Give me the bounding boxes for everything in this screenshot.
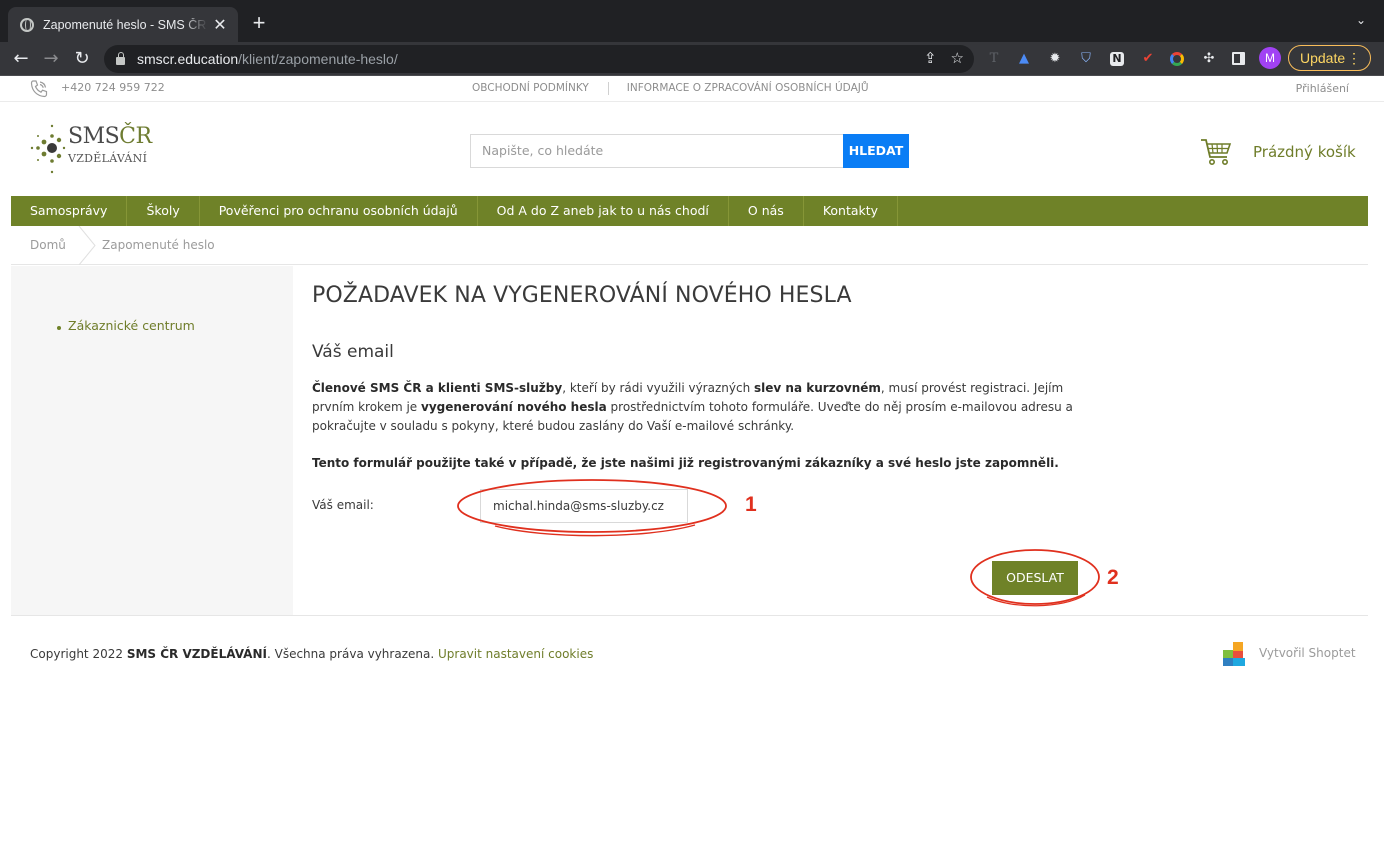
annotation-number-2: 2 — [1107, 566, 1119, 589]
form-content: POŽADAVEK NA VYGENEROVÁNÍ NOVÉHO HESLA V… — [293, 266, 1368, 615]
logo-text-top: SMSČR — [68, 124, 152, 149]
forward-arrow-icon[interactable]: → — [39, 47, 63, 71]
new-tab-button[interactable]: + — [250, 10, 268, 36]
intro-paragraph: Členové SMS ČR a klienti SMS-služby, kte… — [312, 381, 1073, 433]
extension-drive-icon[interactable]: ▲ — [1015, 50, 1033, 68]
breadcrumb-home[interactable]: Domů — [30, 238, 66, 252]
logo-text-bottom: VZDĚLÁVÁNÍ — [68, 152, 148, 165]
notice-paragraph: Tento formulář použijte také v případě, … — [312, 456, 1059, 470]
top-info-bar: +420 724 959 722 OBCHODNÍ PODMÍNKY INFOR… — [0, 76, 1384, 102]
login-link[interactable]: Přihlášení — [1296, 82, 1349, 95]
logo-dots-icon — [30, 124, 66, 174]
browser-toolbar: ← → ↻ smscr.education/klient/zapomenute-… — [0, 42, 1384, 76]
email-field[interactable]: michal.hinda@sms-sluzby.cz — [480, 489, 688, 523]
annotation-number-1: 1 — [745, 493, 757, 516]
nav-item-skoly[interactable]: Školy — [127, 196, 200, 226]
update-button[interactable]: Update ⋮ — [1288, 45, 1371, 71]
lock-icon — [116, 51, 125, 65]
extension-gear-icon[interactable]: ✹ — [1046, 50, 1064, 68]
phone-number[interactable]: +420 724 959 722 — [61, 81, 165, 94]
update-label: Update — [1300, 50, 1346, 66]
url-path: /klient/zapomenute-heslo/ — [238, 51, 398, 67]
email-label: Váš email: — [312, 498, 374, 512]
nav-item-o-nas[interactable]: O nás — [729, 196, 804, 226]
url-host: smscr.education — [137, 51, 239, 67]
extension-colorpicker-icon[interactable]: ✔ — [1139, 50, 1157, 68]
address-bar[interactable]: smscr.education/klient/zapomenute-heslo/… — [104, 45, 974, 73]
tab-close-icon[interactable]: ✕ — [212, 16, 228, 33]
extension-t-icon[interactable]: T — [985, 50, 1003, 68]
sidebar: Zákaznické centrum — [11, 266, 293, 615]
back-arrow-icon[interactable]: ← — [9, 47, 33, 71]
search-input[interactable]: Napište, co hledáte — [470, 134, 843, 168]
cart-icon[interactable] — [1200, 138, 1232, 166]
breadcrumb: Domů Zapomenuté heslo — [11, 226, 1368, 265]
browser-tab-bar: Zapomenuté heslo - SMS ČR VZDĚLÁVÁNÍ ✕ +… — [0, 0, 1384, 42]
extension-shield-icon[interactable]: ⛉ — [1077, 50, 1095, 68]
site-logo[interactable]: SMSČR VZDĚLÁVÁNÍ — [28, 120, 158, 180]
bullet-icon — [57, 326, 61, 330]
side-panel-icon[interactable] — [1232, 52, 1245, 65]
browser-tab[interactable]: Zapomenuté heslo - SMS ČR VZDĚLÁVÁNÍ ✕ — [8, 7, 238, 42]
breadcrumb-chevron-icon — [78, 226, 96, 265]
shoptet-credit-link[interactable]: Vytvořil Shoptet — [1259, 646, 1356, 660]
terms-link[interactable]: OBCHODNÍ PODMÍNKY — [472, 82, 589, 95]
copyright-text: Copyright 2022 SMS ČR VZDĚLÁVÁNÍ. Všechn… — [30, 647, 594, 661]
web-page: +420 724 959 722 OBCHODNÍ PODMÍNKY INFOR… — [0, 76, 1384, 867]
tab-search-chevron-icon[interactable]: ⌄ — [1356, 13, 1366, 27]
page-title: POŽADAVEK NA VYGENEROVÁNÍ NOVÉHO HESLA — [312, 283, 852, 308]
cookies-settings-link[interactable]: Upravit nastavení cookies — [438, 647, 593, 661]
toplinks-divider — [607, 82, 609, 95]
submit-button[interactable]: ODESLAT — [992, 561, 1078, 595]
sidebar-item-customer-center[interactable]: Zákaznické centrum — [68, 318, 195, 333]
share-icon[interactable]: ⇪ — [924, 49, 937, 67]
profile-avatar[interactable]: M — [1259, 47, 1281, 69]
cart-label[interactable]: Prázdný košík — [1253, 143, 1356, 161]
more-menu-icon[interactable]: ⋮ — [1347, 46, 1361, 70]
search-button[interactable]: HLEDAT — [843, 134, 909, 168]
extensions-puzzle-icon[interactable]: ✣ — [1200, 50, 1218, 68]
reload-icon[interactable]: ↻ — [70, 47, 94, 71]
globe-icon — [20, 17, 34, 32]
tab-title: Zapomenuté heslo - SMS ČR VZDĚLÁVÁNÍ — [43, 17, 208, 32]
nav-item-poverenci[interactable]: Pověřenci pro ochranu osobních údajů — [200, 196, 478, 226]
extension-notion-icon[interactable]: N — [1110, 52, 1124, 66]
footer-divider — [11, 615, 1368, 616]
nav-item-od-a-do-z[interactable]: Od A do Z aneb jak to u nás chodí — [478, 196, 729, 226]
breadcrumb-current: Zapomenuté heslo — [102, 238, 215, 252]
bookmark-star-icon[interactable]: ☆ — [951, 49, 964, 67]
section-title: Váš email — [312, 342, 394, 362]
phone-icon — [30, 80, 48, 98]
privacy-link[interactable]: INFORMACE O ZPRACOVÁNÍ OSOBNÍCH ÚDAJŮ — [627, 82, 869, 95]
nav-item-kontakty[interactable]: Kontakty — [804, 196, 899, 226]
extension-ring-icon[interactable] — [1170, 52, 1184, 66]
main-navigation: Samosprávy Školy Pověřenci pro ochranu o… — [11, 196, 1368, 226]
nav-item-samospravy[interactable]: Samosprávy — [11, 196, 128, 226]
shoptet-logo-icon[interactable] — [1223, 642, 1247, 666]
